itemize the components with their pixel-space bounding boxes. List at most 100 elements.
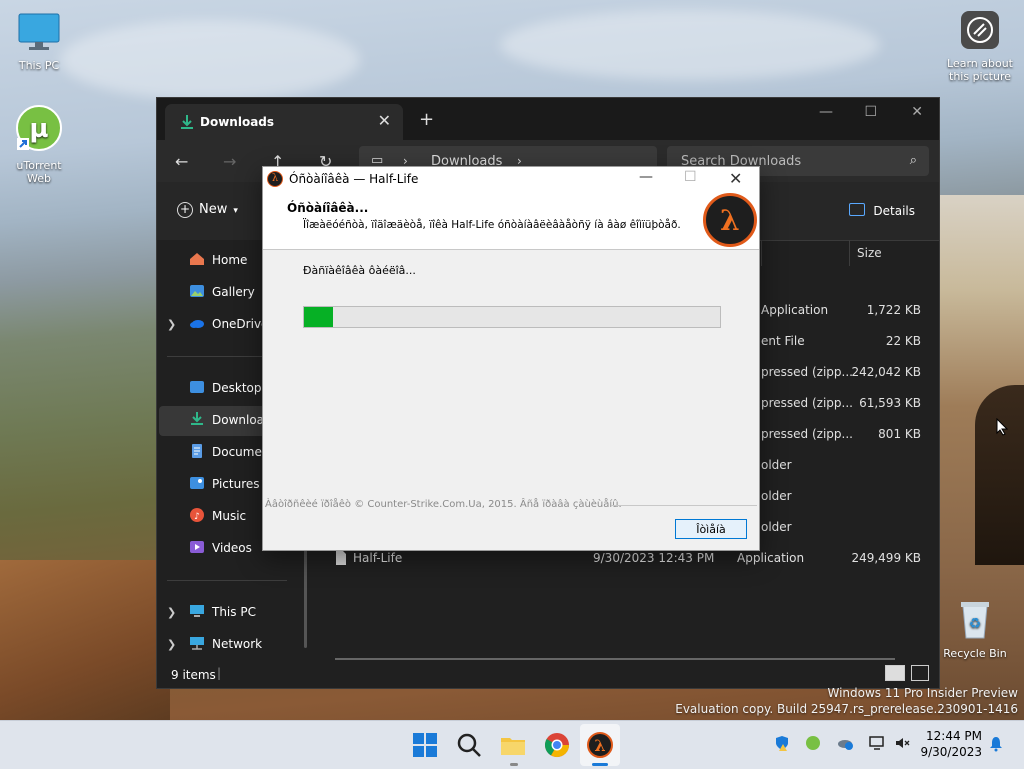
row-name: Half-Life — [353, 551, 403, 565]
video-icon — [189, 540, 205, 554]
maximize-button[interactable]: ☐ — [684, 169, 697, 185]
sidebar-item-label: Gallery — [212, 285, 255, 299]
sidebar-item-videos[interactable]: Videos — [189, 540, 252, 555]
defender-warning-icon[interactable] — [774, 735, 790, 751]
tab-downloads[interactable]: Downloads ✕ — [165, 104, 403, 140]
chevron-right-icon[interactable]: ❯ — [167, 606, 176, 619]
onedrive-tray-icon[interactable] — [837, 735, 853, 751]
details-button-label: Details — [873, 204, 915, 218]
utorrent-icon: µ — [4, 104, 74, 155]
new-tab-button[interactable]: + — [419, 109, 434, 130]
forward-arrow-icon[interactable]: → — [223, 152, 236, 171]
desktop-icon-learn-about-picture[interactable]: Learn about this picture — [940, 10, 1020, 83]
plus-circle-icon: + — [177, 202, 193, 218]
row-size: 1,722 KB — [866, 303, 921, 317]
row-type: pressed (zipp... — [761, 427, 853, 441]
sidebar-item-gallery[interactable]: Gallery — [189, 284, 255, 299]
clock-date: 9/30/2023 — [920, 745, 982, 759]
sidebar-item-onedrive[interactable]: OneDrive — [189, 316, 268, 331]
installer-dialog: λ Óñòàíîâêà — Half-Life — ☐ ✕ Óñòàíîâêà.… — [262, 166, 760, 551]
desktop-icon-recycle-bin[interactable]: ♻ Recycle Bin — [940, 598, 1010, 660]
document-icon — [189, 444, 205, 458]
minimize-button[interactable]: — — [639, 169, 653, 185]
download-icon — [189, 412, 205, 426]
sidebar-item-music[interactable]: ♪ Music — [189, 508, 246, 523]
details-button[interactable]: Details — [849, 203, 915, 218]
dialog-heading: Óñòàíîâêà... — [287, 201, 369, 215]
home-icon — [189, 252, 205, 266]
sidebar-item-desktop[interactable]: Desktop — [189, 380, 262, 395]
desktop-icon-label: Learn about this picture — [947, 57, 1013, 83]
recycle-bin-icon: ♻ — [940, 598, 1010, 643]
file-icon — [335, 551, 347, 568]
svg-text:♻: ♻ — [969, 616, 982, 632]
picture-icon — [189, 476, 205, 490]
start-windows-icon[interactable] — [411, 731, 439, 759]
desktop-icon-label: Recycle Bin — [943, 647, 1007, 660]
wallpaper-arch — [975, 385, 1024, 565]
tab-label: Downloads — [200, 115, 275, 129]
chevron-down-icon: ▾ — [233, 206, 238, 216]
install-status-text: Ðàñïàêîâêà ôàéëîâ... — [303, 264, 416, 277]
cancel-button[interactable]: Îòìåíà — [675, 519, 747, 539]
sidebar-divider — [167, 580, 287, 581]
new-button-label: New — [199, 202, 228, 217]
notification-bell-icon[interactable] — [988, 736, 1004, 752]
monitor-icon — [189, 604, 205, 618]
network-tray-icon[interactable] — [869, 735, 885, 751]
network-icon — [189, 636, 205, 650]
sidebar-item-label: Pictures — [212, 477, 260, 491]
system-clock[interactable]: 12:44 PM 9/30/2023 — [918, 729, 982, 759]
branding-text: Àâòîðñêèé ïðîåêò © Counter-Strike.Com.Ua… — [265, 499, 622, 510]
half-life-icon[interactable]: λ — [586, 731, 614, 759]
sidebar-item-label: Desktop — [212, 381, 262, 395]
svg-text:♪: ♪ — [194, 512, 200, 522]
sidebar-item-label: Music — [212, 509, 247, 523]
wallpaper-cloud — [500, 10, 880, 80]
wallpaper-cloud — [60, 20, 360, 100]
svg-text:λ: λ — [594, 736, 605, 755]
wallpaper-cliff — [0, 560, 170, 730]
gallery-icon — [189, 284, 205, 298]
row-size: 61,593 KB — [859, 396, 921, 410]
utorrent-tray-icon[interactable] — [805, 735, 821, 751]
branding-divider — [611, 505, 757, 506]
row-size: 22 KB — [885, 334, 921, 348]
chrome-icon[interactable] — [543, 731, 571, 759]
desktop-icon-utorrent[interactable]: µ uTorrent Web — [4, 104, 74, 185]
row-size: 801 KB — [878, 427, 921, 441]
sidebar-item-this-pc[interactable]: This PC — [189, 604, 256, 619]
new-button[interactable]: + New ▾ — [177, 202, 238, 218]
desktop-folder-icon — [189, 380, 205, 394]
maximize-button[interactable]: ☐ — [864, 104, 877, 120]
camera-spotlight-icon — [940, 10, 1020, 53]
close-button[interactable]: ✕ — [729, 169, 742, 188]
list-view-icon[interactable] — [885, 665, 905, 681]
clock-time: 12:44 PM — [926, 729, 982, 743]
file-explorer-icon[interactable] — [499, 731, 527, 759]
row-type: older — [761, 458, 792, 472]
row-type: pressed (zipp... — [761, 396, 853, 410]
search-icon[interactable] — [455, 731, 483, 759]
row-type: older — [761, 520, 792, 534]
volume-muted-icon[interactable] — [894, 735, 910, 751]
close-tab-icon[interactable]: ✕ — [378, 111, 391, 130]
back-arrow-icon[interactable]: ← — [175, 152, 188, 171]
dialog-title-bar: λ Óñòàíîâêà — Half-Life — ☐ ✕ — [263, 167, 759, 191]
sidebar-item-pictures[interactable]: Pictures — [189, 476, 260, 491]
column-header-size[interactable]: Size — [857, 246, 882, 260]
install-progress-bar — [303, 306, 721, 328]
sidebar-item-network[interactable]: Network — [189, 636, 262, 651]
close-button[interactable]: ✕ — [911, 104, 923, 120]
chevron-right-icon[interactable]: ❯ — [167, 318, 176, 331]
evaluation-watermark: Windows 11 Pro Insider Preview — [827, 686, 1018, 700]
half-life-logo: λ — [703, 193, 757, 247]
chevron-right-icon[interactable]: ❯ — [167, 638, 176, 651]
desktop-icon-this-pc[interactable]: This PC — [4, 12, 74, 72]
tiles-view-icon[interactable] — [911, 665, 929, 681]
download-icon — [179, 114, 195, 130]
dialog-subheading: Ïîæàëóéñòà, ïîäîæäèòå, ïîêà Half-Life óñ… — [303, 219, 681, 231]
mouse-cursor-icon — [996, 418, 1008, 436]
sidebar-item-home[interactable]: Home — [189, 252, 247, 267]
minimize-button[interactable]: — — [819, 104, 833, 120]
